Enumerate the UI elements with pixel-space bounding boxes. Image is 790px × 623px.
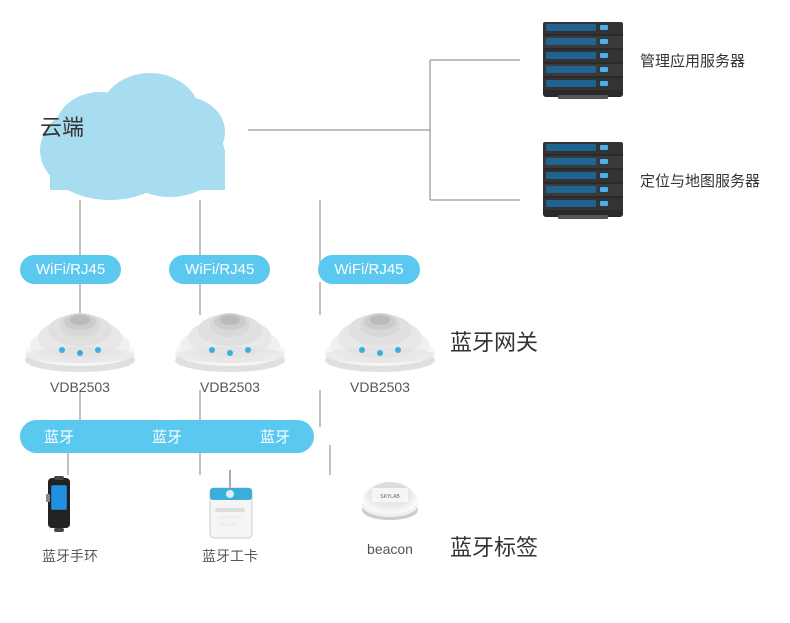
wifi-row: WiFi/RJ45 WiFi/RJ45 WiFi/RJ45 bbox=[20, 255, 420, 284]
bracelet-icon bbox=[40, 470, 100, 540]
diagram: 云端 bbox=[0, 0, 790, 623]
server-label-2: 定位与地图服务器 bbox=[640, 170, 760, 191]
tag-label-beacon: beacon bbox=[367, 541, 413, 557]
bt-badges-container: 蓝牙 蓝牙 蓝牙 bbox=[20, 420, 314, 453]
server-block-1: 管理应用服务器 bbox=[538, 20, 760, 100]
gateway-item-1: VDB2503 bbox=[20, 300, 140, 395]
gateway-label-3: VDB2503 bbox=[350, 379, 410, 395]
card-icon bbox=[203, 470, 258, 540]
tag-row: 蓝牙手环 蓝牙工卡 bbox=[20, 470, 440, 566]
gateway-device-2 bbox=[170, 300, 290, 375]
tag-item-beacon: SKYLAB beacon bbox=[340, 470, 440, 557]
bt-badge-3: 蓝牙 bbox=[246, 426, 304, 447]
gateway-label-1: VDB2503 bbox=[50, 379, 110, 395]
gateway-device-3 bbox=[320, 300, 440, 375]
server-area: 管理应用服务器 定位与地 bbox=[538, 20, 760, 230]
gateway-device-1 bbox=[20, 300, 140, 375]
gateway-item-2: VDB2503 bbox=[170, 300, 290, 395]
bt-badges-wrap: 蓝牙 蓝牙 蓝牙 bbox=[20, 420, 314, 453]
tag-item-card: 蓝牙工卡 bbox=[180, 470, 280, 566]
gateway-title: 蓝牙网关 bbox=[450, 325, 538, 357]
tag-label-card: 蓝牙工卡 bbox=[202, 546, 258, 566]
cloud-area: 云端 bbox=[30, 60, 250, 205]
server-label-1: 管理应用服务器 bbox=[640, 50, 745, 71]
tag-label-bracelet: 蓝牙手环 bbox=[42, 546, 98, 566]
wifi-badge-2: WiFi/RJ45 bbox=[169, 255, 270, 284]
gateway-row: VDB2503 VDB2503 bbox=[20, 300, 440, 395]
wifi-badge-1: WiFi/RJ45 bbox=[20, 255, 121, 284]
cloud-label: 云端 bbox=[40, 110, 84, 142]
server-block-2: 定位与地图服务器 bbox=[538, 140, 760, 220]
gateway-label-2: VDB2503 bbox=[200, 379, 260, 395]
server-icon-1 bbox=[538, 20, 628, 100]
bt-badge-1: 蓝牙 bbox=[30, 426, 88, 447]
tag-item-bracelet: 蓝牙手环 bbox=[20, 470, 120, 566]
gateway-item-3: VDB2503 bbox=[320, 300, 440, 395]
beacon-icon: SKYLAB bbox=[358, 470, 423, 535]
bt-badge-2: 蓝牙 bbox=[138, 426, 196, 447]
wifi-badge-3: WiFi/RJ45 bbox=[318, 255, 419, 284]
server-icon-2 bbox=[538, 140, 628, 220]
tag-title: 蓝牙标签 bbox=[450, 530, 538, 562]
svg-text:SKYLAB: SKYLAB bbox=[380, 494, 400, 500]
